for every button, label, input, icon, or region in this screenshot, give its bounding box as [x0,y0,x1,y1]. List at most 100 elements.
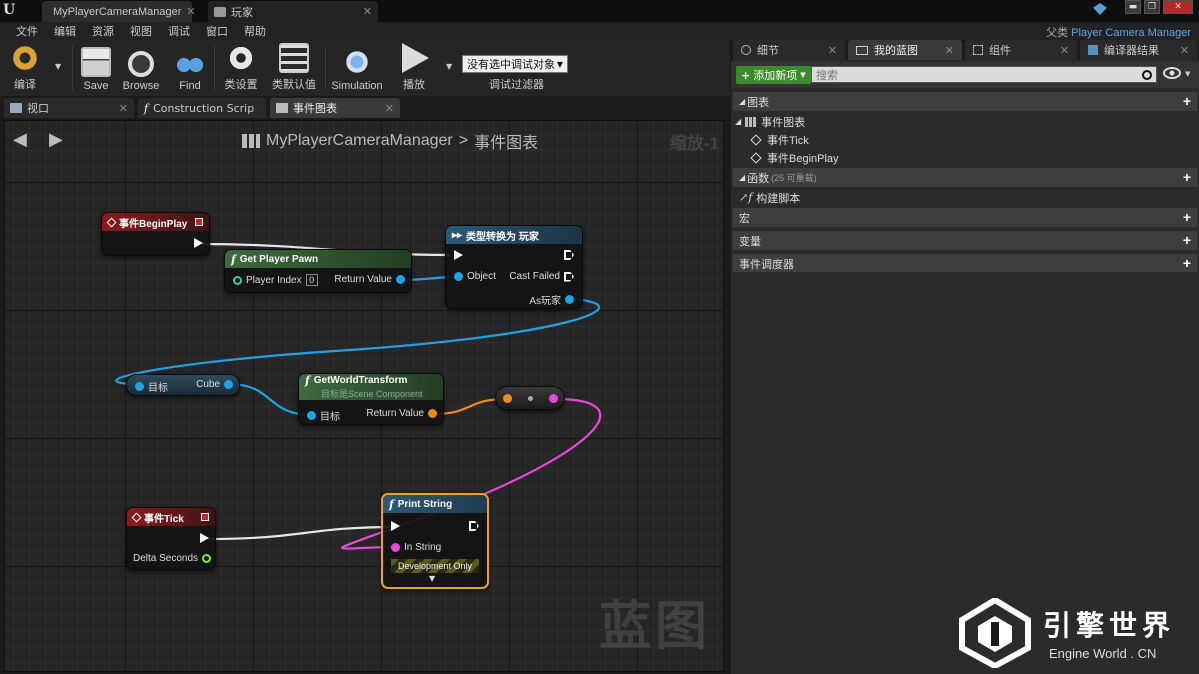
return-value-pin[interactable]: Return Value [366,408,437,419]
tab-details[interactable]: 细节 ✕ [733,40,845,60]
menu-asset[interactable]: 资源 [84,23,122,39]
tab-components[interactable]: 组件 ✕ [965,40,1077,60]
exec-in-pin[interactable] [391,521,400,531]
player-index-pin[interactable]: Player Index 0 [233,274,318,286]
add-dispatcher-plus-icon[interactable]: + [1183,256,1191,270]
debug-object-value: 没有选中调试对象 [467,58,555,71]
class-settings-button[interactable]: 类设置 [220,43,262,95]
object-pin[interactable]: Object [454,271,496,282]
node-print-string[interactable]: f Print String In String Development Onl… [381,493,489,589]
menu-file[interactable]: 文件 [8,23,46,39]
blueprint-graph-canvas[interactable]: ◀ ▶ MyPlayerCameraManager > 事件图表 缩放-1 事件… [4,120,724,672]
string-pin-icon[interactable] [549,394,558,403]
compile-button[interactable]: 编译 [4,43,46,95]
menu-view[interactable]: 视图 [122,23,160,39]
minimize-button[interactable]: ▬ [1125,0,1141,14]
menu-help[interactable]: 帮助 [236,23,274,39]
exec-out-pin[interactable] [564,250,574,260]
function-icon: f [231,252,236,266]
exec-out-pin[interactable] [194,238,203,248]
search-input[interactable]: 搜索 [811,66,1157,83]
cube-pin[interactable]: Cube [196,379,233,390]
tree-item-event-tick[interactable]: 事件Tick [749,131,809,148]
add-graph-plus-icon[interactable]: + [1183,94,1191,108]
close-tab-icon[interactable]: ✕ [1060,44,1069,57]
exec-out-pin[interactable] [469,521,479,531]
node-header: 事件Tick [127,508,215,526]
target-pin[interactable]: 目标 [307,408,340,423]
eye-view-options-icon[interactable] [1163,67,1181,79]
menu-debug[interactable]: 调试 [160,23,198,39]
unreal-logo-icon[interactable]: U [3,2,21,20]
tab-viewport[interactable]: 视口 ✕ [4,98,134,118]
section-variables[interactable]: 变量 + [733,231,1197,250]
tab-my-blueprint[interactable]: 我的蓝图 ✕ [848,40,962,60]
tree-item-event-beginplay[interactable]: 事件BeginPlay [749,149,839,166]
find-label: Find [179,80,201,92]
node-event-beginplay[interactable]: 事件BeginPlay [101,212,210,256]
add-macro-plus-icon[interactable]: + [1183,210,1191,224]
expand-node-chevron-icon[interactable]: ▼ [429,574,435,583]
transform-pin-icon[interactable] [503,394,512,403]
node-get-world-transform[interactable]: f GetWorldTransform 目标是Scene Component 目… [298,373,444,425]
delta-seconds-pin[interactable]: Delta Seconds [133,553,212,564]
browse-button[interactable]: Browse [118,43,164,95]
node-event-tick[interactable]: 事件Tick Delta Seconds [126,507,216,570]
compile-options-chevron-icon[interactable]: ▼ [55,62,61,71]
menu-window[interactable]: 窗口 [198,23,236,39]
pin-label: Delta Seconds [133,553,199,564]
tree-item-label: 事件Tick [767,134,809,147]
target-pin[interactable]: 目标 [135,379,168,394]
player-index-input[interactable]: 0 [305,274,318,286]
tab-event-graph[interactable]: 事件图表 ✕ [270,98,400,118]
chevron-down-icon[interactable]: ▼ [1185,70,1190,78]
exec-out-pin[interactable] [200,533,209,543]
close-tab-icon[interactable]: ✕ [119,102,128,115]
node-transform-to-string[interactable] [495,386,565,410]
return-value-pin[interactable]: Return Value [334,274,405,285]
tab-compiler-results[interactable]: 编译器结果 ✕ [1080,40,1197,60]
parent-class-link[interactable]: Player Camera Manager [1071,27,1191,39]
debug-object-select[interactable]: 没有选中调试对象 ▼ [462,55,568,73]
node-get-cube[interactable]: 目标 Cube [126,374,240,396]
in-string-pin[interactable]: In String [391,542,441,553]
section-event-dispatchers[interactable]: 事件调度器 + [733,254,1197,273]
play-button[interactable]: 播放 [395,43,433,95]
close-tab-icon[interactable]: ✕ [828,44,837,57]
save-button[interactable]: Save [78,43,114,95]
node-get-player-pawn[interactable]: f Get Player Pawn Player Index 0 Return … [224,249,412,293]
add-function-plus-icon[interactable]: + [1183,170,1191,184]
close-window-button[interactable]: ✕ [1163,0,1193,14]
as-player-pin[interactable]: As玩家 [529,292,574,307]
menu-edit[interactable]: 编辑 [46,23,84,39]
close-tab-icon[interactable]: ✕ [186,5,195,18]
doc-tab-player[interactable]: 玩家 ✕ [208,1,378,22]
play-icon [402,43,429,73]
cast-arrows-icon: ▸▸ [452,229,463,241]
add-variable-plus-icon[interactable]: + [1183,233,1191,247]
section-graphs[interactable]: ◢ 图表 + [733,92,1197,111]
close-tab-icon[interactable]: ✕ [363,5,372,18]
search-placeholder: 搜索 [816,68,838,82]
viewport-icon [10,103,22,113]
simulation-button[interactable]: Simulation [330,43,384,95]
close-tab-icon[interactable]: ✕ [385,102,394,115]
add-new-button[interactable]: + 添加新项 ▼ [736,66,811,84]
section-macros[interactable]: 宏 + [733,208,1197,227]
tree-item-event-graph[interactable]: ◢ 事件图表 [735,113,805,130]
find-button[interactable]: Find [170,43,210,95]
close-tab-icon[interactable]: ✕ [945,44,954,57]
tree-item-construction-script[interactable]: ↗f 构建脚本 [739,189,800,206]
cast-failed-pin[interactable]: Cast Failed [509,271,574,282]
doc-tab-camera-manager[interactable]: MyPlayerCameraManager ✕ [42,1,196,22]
exec-in-pin[interactable] [454,250,463,260]
maximize-button[interactable]: ❐ [1144,0,1160,14]
section-functions[interactable]: ◢ 函数 (25 可重载) + [733,168,1197,187]
tab-construction-script[interactable]: f Construction Scrip [138,98,266,118]
source-control-icon[interactable] [1093,3,1107,15]
play-options-chevron-icon[interactable]: ▼ [446,62,452,71]
tree-item-label: 构建脚本 [756,192,801,205]
close-tab-icon[interactable]: ✕ [1180,44,1189,57]
node-cast-to-player[interactable]: ▸▸ 类型转换为 玩家 Object Cast Failed As玩家 [445,225,583,309]
class-defaults-button[interactable]: 类默认值 [268,43,320,95]
